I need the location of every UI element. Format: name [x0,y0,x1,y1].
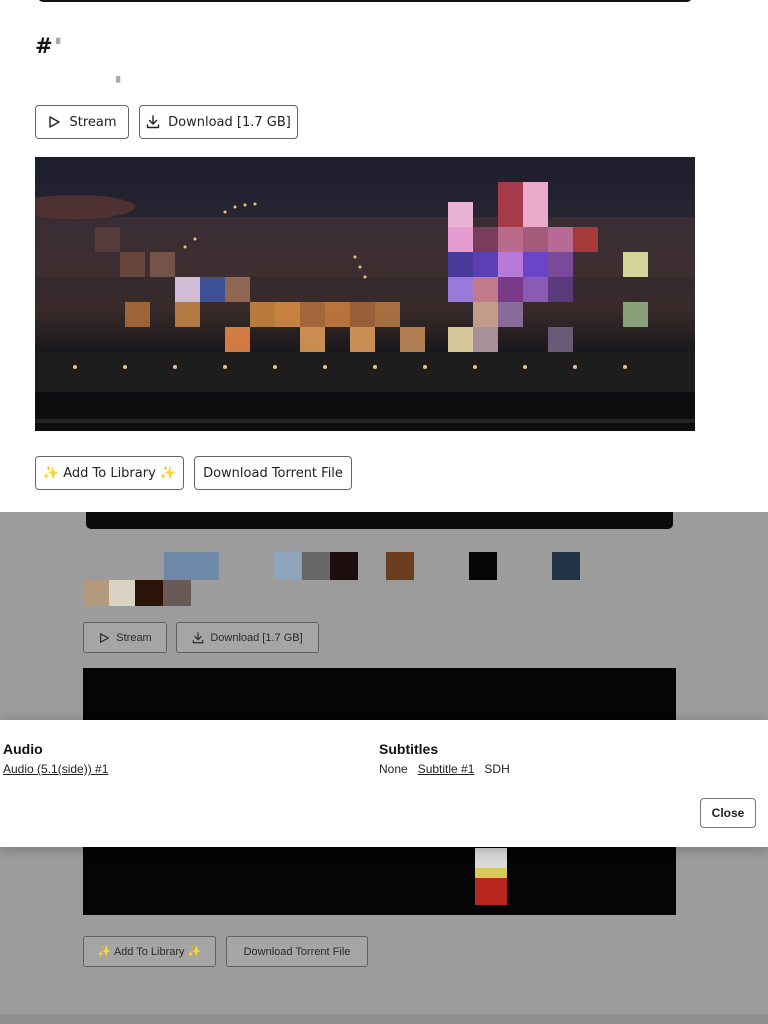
play-icon [100,632,110,643]
video-artifact [475,848,507,868]
download-button-label: Download [1.7 GB] [168,114,291,130]
stream-button-label: Stream [69,114,117,130]
bottom-strip [0,1014,768,1024]
blur-swatch [552,552,580,580]
blur-swatch [386,552,414,580]
blur-swatch [163,580,191,606]
download-button[interactable]: Download [1.7 GB] [139,105,298,139]
subtitle-track-option[interactable]: Subtitle #1 [418,762,475,776]
bg-download-torrent-button[interactable]: Download Torrent File [226,936,368,967]
stream-button[interactable]: Stream [35,105,129,139]
hero-image [35,157,695,431]
audio-heading: Audio [3,741,43,757]
download-torrent-label: Download Torrent File [203,465,343,481]
page-title: # [35,34,53,58]
blur-swatch [135,580,163,606]
blur-swatch [83,580,109,606]
blur-swatch [164,552,219,580]
title-blur-fragment: ▖ [116,70,125,83]
bg-stream-label: Stream [116,631,152,644]
add-to-library-label: ✨ Add To Library ✨ [42,465,177,481]
top-black-bar [38,0,692,2]
bg-add-to-library-button[interactable]: ✨ Add To Library ✨ [83,936,216,967]
audio-track-option[interactable]: Audio (5.1(side)) #1 [3,762,108,776]
subtitle-none-option[interactable]: None [379,762,408,776]
top-card: # ▘ ▖ Stream Download [1.7 GB] ✨ Add To … [0,0,768,512]
blur-swatch [469,552,497,580]
subtitles-heading: Subtitles [379,741,439,757]
video-artifact [475,868,507,878]
audio-track-list: Audio (5.1(side)) #1 [3,762,108,776]
blur-swatch [330,552,358,580]
close-button[interactable]: Close [700,798,756,828]
bg-download-button[interactable]: Download [1.7 GB] [176,622,319,653]
dim-black-bar [86,512,673,529]
blur-swatch [274,552,302,580]
download-torrent-button[interactable]: Download Torrent File [194,456,352,490]
play-icon [49,116,61,128]
track-selection-modal: Audio Audio (5.1(side)) #1 Subtitles Non… [0,720,768,847]
download-icon [146,115,160,129]
blur-swatch [109,580,135,606]
bg-download-torrent-label: Download Torrent File [243,945,351,958]
blur-swatch [302,552,330,580]
hero-illustration [35,182,695,431]
download-icon [193,631,204,643]
subtitle-sdh-badge: SDH [484,762,510,776]
add-to-library-button[interactable]: ✨ Add To Library ✨ [35,456,184,490]
bg-stream-button[interactable]: Stream [83,622,167,653]
title-blur-fragment: ▘ [56,38,65,51]
bg-add-to-library-label: ✨ Add To Library ✨ [97,946,202,958]
bg-download-label: Download [1.7 GB] [210,631,303,644]
subtitles-option-list: None Subtitle #1 SDH [379,762,510,776]
video-artifact [475,878,507,905]
